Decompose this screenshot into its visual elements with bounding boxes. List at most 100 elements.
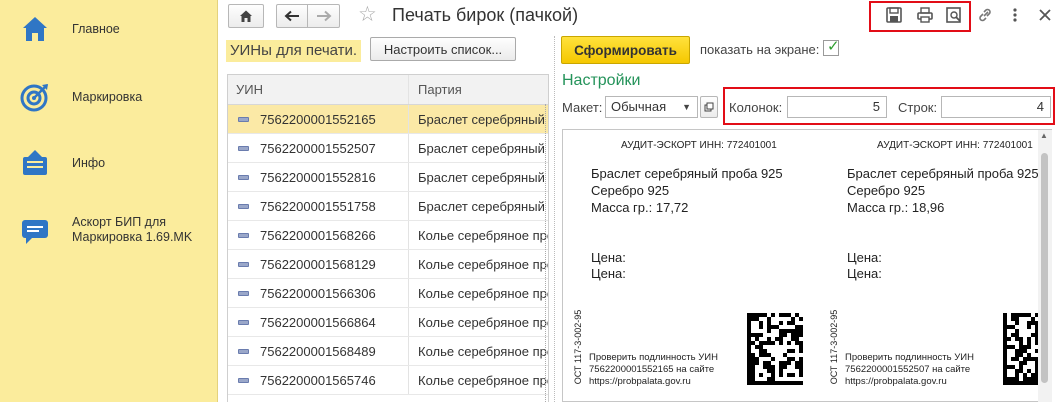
cell-part: Браслет серебряный проба 925 xyxy=(418,170,548,185)
cell-uin: 7562200001552507 xyxy=(260,141,376,156)
table-body: 7562200001552165 Браслет серебряный проба… xyxy=(228,105,548,395)
arrow-left-icon xyxy=(284,10,299,22)
home-button[interactable] xyxy=(228,4,264,28)
cell-uin: 7562200001551758 xyxy=(260,199,376,214)
sidebar-item-info[interactable]: Инфо xyxy=(0,144,218,184)
scrollbar-thumb[interactable] xyxy=(1041,153,1048,383)
rows-field[interactable]: 4 xyxy=(941,96,1051,118)
preview-label-card: АУДИТ-ЭСКОРТ ИНН: 772401001 Браслет сере… xyxy=(819,130,1051,401)
table-row[interactable]: 7562200001552507 Браслет серебряный проба… xyxy=(228,134,548,163)
more-icon[interactable] xyxy=(1006,6,1024,24)
product-text: Браслет серебряный проба 925 xyxy=(591,166,783,181)
cell-part: Колье серебряное проба 925 xyxy=(418,315,548,330)
open-icon xyxy=(704,102,714,112)
table-row[interactable]: 7562200001552816 Браслет серебряный проба… xyxy=(228,163,548,192)
info-icon xyxy=(23,150,47,175)
cell-part: Колье серебряное проба 925 xyxy=(418,257,548,272)
table-row[interactable]: 7562200001568129 Колье серебряное проба 9… xyxy=(228,250,548,279)
cell-part: Браслет серебряный проба 925 xyxy=(418,199,548,214)
check-url-text: https://probpalata.gov.ru xyxy=(589,376,691,387)
target-icon xyxy=(20,84,48,112)
column-divider xyxy=(408,337,409,365)
close-icon[interactable] xyxy=(1036,6,1054,24)
row-status-icon xyxy=(238,291,249,296)
print-icon[interactable] xyxy=(916,6,934,24)
row-status-icon xyxy=(238,117,249,122)
standard-text: ОСТ 117-3-002-95 xyxy=(573,309,583,385)
check-url-text: https://probpalata.gov.ru xyxy=(845,376,947,387)
columns-label: Колонок: xyxy=(729,100,783,115)
forward-button[interactable] xyxy=(308,4,340,28)
scroll-up-icon[interactable]: ▲ xyxy=(1040,131,1048,140)
uin-list-label: УИНы для печати. xyxy=(226,40,362,62)
price-text: Цена: xyxy=(847,266,882,281)
back-button[interactable] xyxy=(276,4,308,28)
column-divider xyxy=(408,221,409,249)
check-text: Проверить подлинность УИН xyxy=(845,352,974,363)
mass-text: Масса гр.: 18,96 xyxy=(847,200,945,215)
price-text: Цена: xyxy=(847,250,882,265)
table-row[interactable]: 7562200001566864 Колье серебряное проба 9… xyxy=(228,308,548,337)
column-divider xyxy=(408,366,409,394)
column-divider xyxy=(408,105,409,133)
arrow-right-icon xyxy=(316,10,331,22)
table-row[interactable]: 7562200001568266 Колье серебряное проба 9… xyxy=(228,221,548,250)
cell-part: Браслет серебряный проба 925 xyxy=(418,141,548,156)
check-uin-text: 7562200001552165 на сайте xyxy=(589,364,715,375)
column-divider xyxy=(408,279,409,307)
chat-icon xyxy=(22,220,48,244)
column-divider xyxy=(408,250,409,278)
datamatrix-code xyxy=(747,313,803,385)
chevron-down-icon: ▼ xyxy=(682,102,691,112)
table-row[interactable]: 7562200001565746 Колье серебряное проба 9… xyxy=(228,366,548,395)
layout-label: Макет: xyxy=(562,100,603,115)
columns-field[interactable]: 5 xyxy=(787,96,887,118)
column-divider xyxy=(408,308,409,336)
table-row[interactable]: 7562200001551758 Браслет серебряный проба… xyxy=(228,192,548,221)
metal-text: Серебро 925 xyxy=(591,183,670,198)
generate-button[interactable]: Сформировать xyxy=(561,36,690,64)
price-text: Цена: xyxy=(591,266,626,281)
print-preview[interactable]: АУДИТ-ЭСКОРТ ИНН: 772401001 Браслет сере… xyxy=(562,129,1052,402)
configure-list-button[interactable]: Настроить список... xyxy=(370,37,516,61)
layout-select[interactable]: Обычная ▼ xyxy=(605,96,698,118)
cell-part: Браслет серебряный проба 925 xyxy=(418,112,548,127)
sidebar-item-marking[interactable]: Маркировка xyxy=(0,78,218,118)
sidebar-item-label: Главное xyxy=(72,22,120,36)
table-row[interactable]: 7562200001566306 Колье серебряное проба 9… xyxy=(228,279,548,308)
sidebar-item-main[interactable]: Главное xyxy=(0,10,218,50)
row-status-icon xyxy=(238,204,249,209)
cell-uin: 7562200001568489 xyxy=(260,344,376,359)
product-text: Браслет серебряный проба 925 xyxy=(847,166,1039,181)
favorite-star-icon[interactable]: ☆ xyxy=(358,3,377,27)
show-on-screen-checkbox[interactable]: ✓ xyxy=(823,38,840,56)
metal-text: Серебро 925 xyxy=(847,183,926,198)
row-status-icon xyxy=(238,175,249,180)
open-layout-button[interactable] xyxy=(700,96,718,118)
table-header: УИН Партия xyxy=(228,75,548,105)
column-header-part[interactable]: Партия xyxy=(418,75,462,105)
preview-label-card: АУДИТ-ЭСКОРТ ИНН: 772401001 Браслет сере… xyxy=(563,130,813,401)
table-row[interactable]: 7562200001568489 Колье серебряное проба 9… xyxy=(228,337,548,366)
row-status-icon xyxy=(238,349,249,354)
panel-splitter[interactable] xyxy=(554,36,555,402)
preview-icon[interactable] xyxy=(945,6,963,24)
layout-value: Обычная xyxy=(611,99,667,114)
cell-uin: 7562200001566864 xyxy=(260,315,376,330)
cell-uin: 7562200001552165 xyxy=(260,112,376,127)
row-status-icon xyxy=(238,262,249,267)
column-header-uin[interactable]: УИН xyxy=(236,75,263,105)
column-divider xyxy=(408,134,409,162)
table-row[interactable]: 7562200001552165 Браслет серебряный проба… xyxy=(228,105,548,134)
price-text: Цена: xyxy=(591,250,626,265)
link-icon[interactable] xyxy=(976,6,994,24)
cell-part: Колье серебряное проба 925 xyxy=(418,228,548,243)
home-icon xyxy=(23,17,47,41)
check-text: Проверить подлинность УИН xyxy=(589,352,718,363)
checkmark-icon: ✓ xyxy=(827,38,840,55)
sidebar-item-ascort[interactable]: Аскорт БИП для Маркировка 1.69.MK xyxy=(0,210,218,254)
row-status-icon xyxy=(238,146,249,151)
save-icon[interactable] xyxy=(885,6,903,24)
cell-uin: 7562200001565746 xyxy=(260,373,376,388)
cell-part: Колье серебряное проба 925 xyxy=(418,286,548,301)
